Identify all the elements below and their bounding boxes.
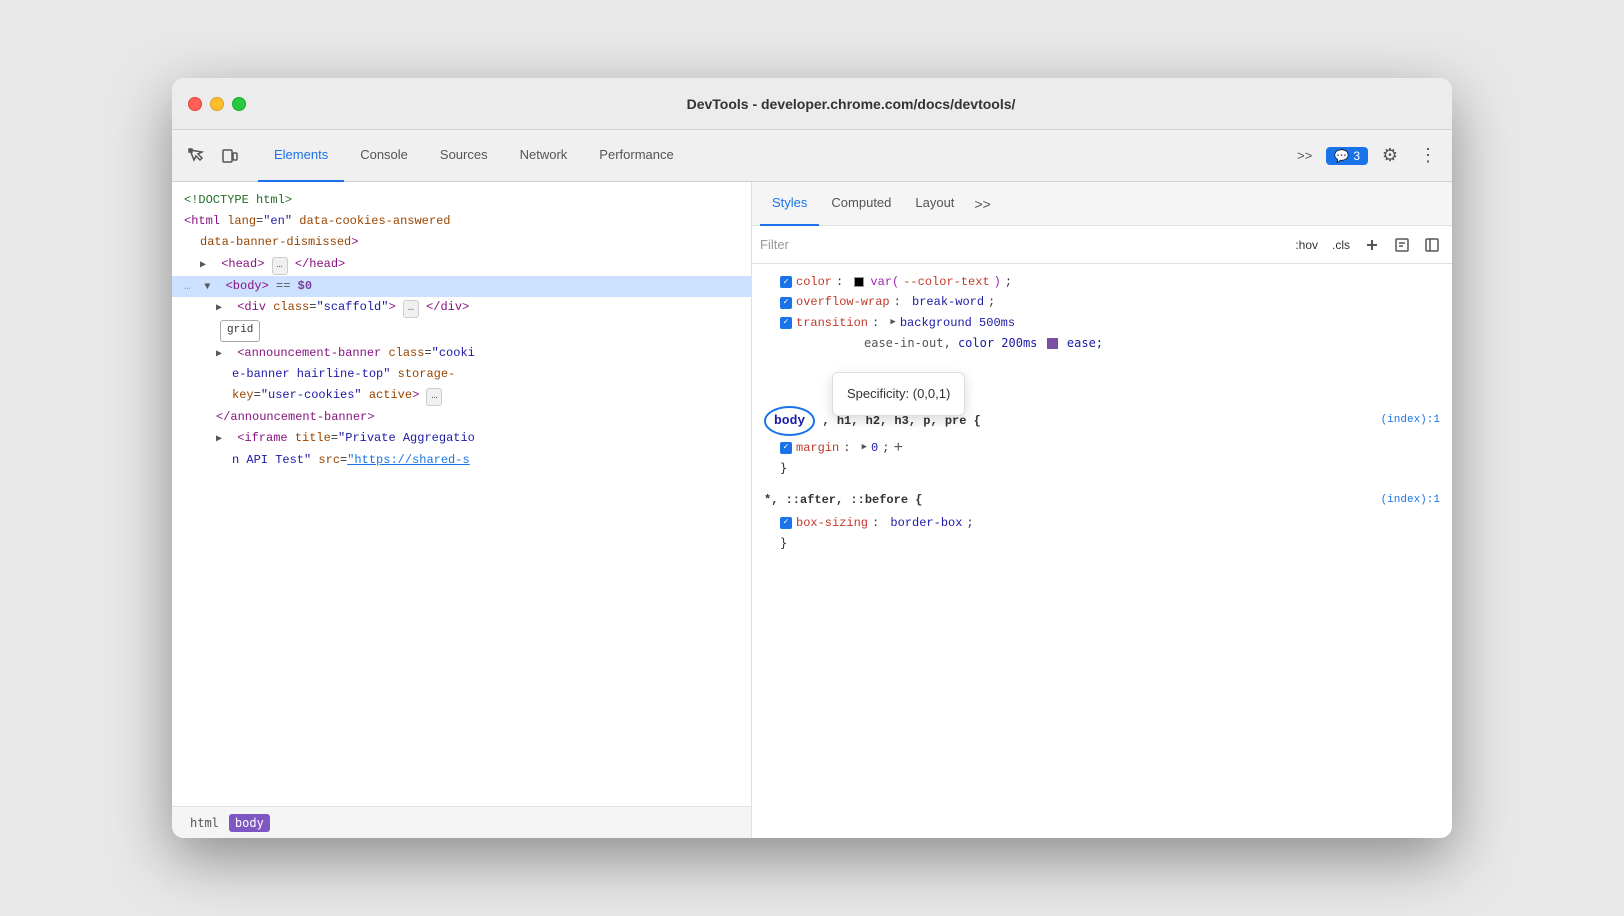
body-selector-highlight: body <box>764 406 815 436</box>
margin-expand[interactable] <box>862 440 867 455</box>
div-scaffold-line: <div class="scaffold"> … </div> <box>172 297 751 319</box>
announcement-close-line: </announcement-banner> <box>172 407 751 428</box>
styles-filter-input[interactable] <box>760 237 1283 252</box>
inspect-element-button[interactable] <box>180 140 212 172</box>
announcement-line-1: <announcement-banner class="cooki <box>172 343 751 364</box>
head-collapsed-line: <head> … </head> <box>172 254 751 276</box>
styles-content: color : var(--color-text) ; overflow-wra… <box>752 264 1452 838</box>
dom-tree[interactable]: <!DOCTYPE html> <html lang="en" data-coo… <box>172 182 751 806</box>
more-menu-button[interactable]: ⋮ <box>1412 140 1444 172</box>
css-body-close: } <box>764 458 1440 478</box>
notification-count: 3 <box>1353 149 1360 163</box>
head-triangle[interactable] <box>200 258 212 270</box>
scaffold-dots[interactable]: … <box>403 300 419 318</box>
notification-badge[interactable]: 💬 3 <box>1326 147 1368 165</box>
computed-styles-button[interactable] <box>1390 233 1414 257</box>
tab-computed[interactable]: Computed <box>819 182 903 226</box>
device-toggle-button[interactable] <box>214 140 246 172</box>
device-icon <box>222 148 238 164</box>
right-panel: Styles Computed Layout >> :hov .cls <box>752 182 1452 838</box>
specificity-tooltip: Specificity: (0,0,1) <box>832 372 965 416</box>
styles-tabs: Styles Computed Layout >> <box>752 182 1452 226</box>
settings-button[interactable]: ⚙ <box>1374 140 1406 172</box>
breadcrumb: html body <box>172 806 751 838</box>
iframe-triangle[interactable] <box>216 432 228 444</box>
cursor-icon <box>188 148 204 164</box>
tab-styles[interactable]: Styles <box>760 182 819 226</box>
css-overflow-checkbox[interactable] <box>780 297 792 309</box>
scaffold-triangle[interactable] <box>216 301 228 313</box>
iframe-line-2: n API Test" src="https://shared-s <box>172 450 751 471</box>
tab-network[interactable]: Network <box>504 130 584 182</box>
toolbar-tabs: Elements Console Sources Network Perform… <box>258 130 1285 182</box>
transition-expand[interactable] <box>890 315 895 330</box>
more-tabs-button[interactable]: >> <box>1289 144 1320 167</box>
styles-more-tabs[interactable]: >> <box>970 196 994 212</box>
add-property-button[interactable]: + <box>893 440 903 456</box>
titlebar: DevTools - developer.chrome.com/docs/dev… <box>172 78 1452 130</box>
tab-elements[interactable]: Elements <box>258 130 344 182</box>
css-box-sizing-checkbox[interactable] <box>780 517 792 529</box>
tab-performance[interactable]: Performance <box>583 130 689 182</box>
filter-buttons: :hov .cls <box>1291 233 1444 257</box>
breadcrumb-body[interactable]: body <box>229 814 270 832</box>
announcement-line-2: e-banner hairline-top" storage- <box>172 364 751 385</box>
window-title: DevTools - developer.chrome.com/docs/dev… <box>266 96 1436 112</box>
main-content: <!DOCTYPE html> <html lang="en" data-coo… <box>172 182 1452 838</box>
css-rule-universal: *, ::after, ::before { (index):1 box-siz… <box>764 490 1440 553</box>
tab-layout[interactable]: Layout <box>903 182 966 226</box>
cls-filter-button[interactable]: .cls <box>1328 236 1354 254</box>
left-panel: <!DOCTYPE html> <html lang="en" data-coo… <box>172 182 752 838</box>
maximize-button[interactable] <box>232 97 246 111</box>
color-swatch-black[interactable] <box>854 277 864 287</box>
grid-badge[interactable]: grid <box>220 320 260 342</box>
body-triangle[interactable] <box>204 280 216 292</box>
head-dots[interactable]: … <box>272 257 288 275</box>
doctype-line: <!DOCTYPE html> <box>172 190 751 211</box>
css-margin-line: margin : 0 ; + <box>764 438 1440 458</box>
minimize-button[interactable] <box>210 97 224 111</box>
css-universal-close: } <box>764 533 1440 553</box>
close-button[interactable] <box>188 97 202 111</box>
body-selected-line[interactable]: … <body> == $0 <box>172 276 751 298</box>
toggle-sidebar-button[interactable] <box>1420 233 1444 257</box>
css-rule-body: body , h1, h2, h3, p, pre { (index):1 ma… <box>764 406 1440 479</box>
add-style-rule-button[interactable] <box>1360 233 1384 257</box>
html-open-line-cont: data-banner-dismissed> <box>172 232 751 253</box>
plus-icon <box>1365 238 1379 252</box>
transition-color-swatch[interactable] <box>1047 338 1058 349</box>
html-open-line: <html lang="en" data-cookies-answered <box>172 211 751 232</box>
computed-icon <box>1395 238 1409 252</box>
announcement-dots[interactable]: … <box>426 388 442 406</box>
css-transition-checkbox[interactable] <box>780 317 792 329</box>
css-color-checkbox[interactable] <box>780 276 792 288</box>
sidebar-icon <box>1425 238 1439 252</box>
css-overflow-wrap-line: overflow-wrap : break-word ; <box>764 292 1440 312</box>
notification-icon: 💬 <box>1334 149 1349 163</box>
universal-rule-file-ref[interactable]: (index):1 <box>1381 491 1440 510</box>
body-rule-file-ref[interactable]: (index):1 <box>1381 411 1440 430</box>
styles-filter-bar: :hov .cls <box>752 226 1452 264</box>
toolbar-right: >> 💬 3 ⚙ ⋮ <box>1289 140 1444 172</box>
toolbar-icon-group <box>180 140 246 172</box>
tab-sources[interactable]: Sources <box>424 130 504 182</box>
css-color-line: color : var(--color-text) ; <box>764 272 1440 292</box>
css-transition-cont: ease-in-out, color 200ms ease; <box>764 333 1440 353</box>
css-margin-checkbox[interactable] <box>780 442 792 454</box>
breadcrumb-html[interactable]: html <box>184 814 225 832</box>
announcement-line-3: key="user-cookies" active> … <box>172 385 751 407</box>
hov-filter-button[interactable]: :hov <box>1291 236 1322 254</box>
tab-console[interactable]: Console <box>344 130 424 182</box>
devtools-window: DevTools - developer.chrome.com/docs/dev… <box>172 78 1452 838</box>
traffic-lights <box>188 97 246 111</box>
grid-badge-line: grid <box>172 319 751 343</box>
toolbar: Elements Console Sources Network Perform… <box>172 130 1452 182</box>
announcement-triangle[interactable] <box>216 347 228 359</box>
iframe-line-1: <iframe title="Private Aggregatio <box>172 428 751 449</box>
css-rule-inherited: color : var(--color-text) ; overflow-wra… <box>764 272 1440 354</box>
css-box-sizing-line: box-sizing : border-box ; <box>764 513 1440 533</box>
css-transition-line: transition : background 500ms <box>764 313 1440 333</box>
